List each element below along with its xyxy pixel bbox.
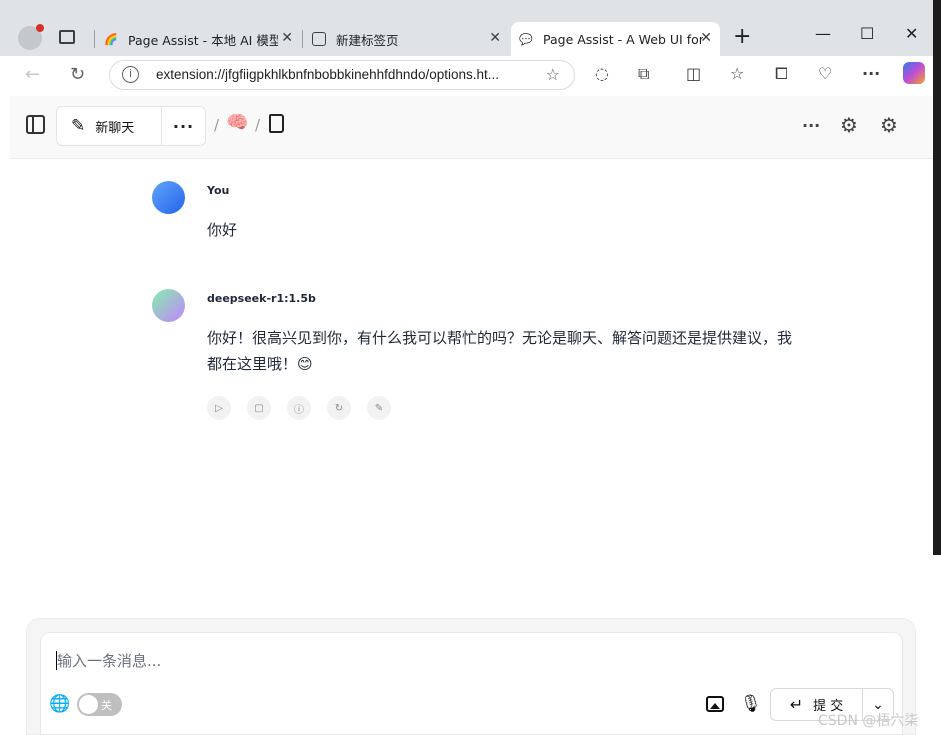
url-text: extension://jfgfiigpkhlkbnfnbobbkinehhfd… bbox=[156, 67, 499, 82]
tab-new-tab[interactable]: 新建标签页 ✕ bbox=[304, 22, 509, 56]
new-tab-button[interactable]: + bbox=[733, 24, 751, 49]
watermark: CSDN @梧六柒 bbox=[818, 713, 919, 729]
favorite-star-icon[interactable]: ☆ bbox=[546, 65, 560, 84]
breadcrumb-separator: / bbox=[255, 116, 261, 134]
tab-page-assist-1[interactable]: 🌈 Page Assist - 本地 AI 模型的 ✕ bbox=[96, 22, 301, 56]
message-text: 你好 bbox=[207, 221, 238, 239]
sidebar-toggle-icon[interactable] bbox=[26, 115, 45, 134]
refresh-icon[interactable]: ↻ bbox=[70, 64, 85, 85]
notification-dot bbox=[36, 24, 44, 32]
settings-gear-icon[interactable]: ⚙ bbox=[840, 113, 858, 137]
toggle-label: 关 bbox=[101, 699, 112, 712]
image-upload-icon[interactable] bbox=[706, 696, 724, 712]
tab-separator bbox=[302, 30, 303, 48]
browser-essentials-icon[interactable]: ♡ bbox=[818, 64, 832, 83]
text-caret bbox=[56, 651, 57, 670]
message-actions: ▷ ▢ ⓘ ↻ ✎ bbox=[207, 396, 407, 420]
address-bar[interactable]: i extension://jfgfiigpkhlkbnfnbobbkinehh… bbox=[109, 60, 575, 90]
close-tab-icon[interactable]: ✕ bbox=[281, 30, 293, 46]
toggle-knob bbox=[79, 695, 98, 714]
tab-title: Page Assist - 本地 AI 模型的 bbox=[128, 32, 278, 48]
more-icon[interactable]: ··· bbox=[802, 116, 820, 135]
rainbow-icon: 🌈 bbox=[104, 32, 118, 46]
edit-icon: ✎ bbox=[71, 116, 86, 136]
play-icon[interactable]: ▷ bbox=[207, 396, 231, 420]
book-icon[interactable] bbox=[269, 114, 284, 133]
tab-title: 新建标签页 bbox=[336, 32, 399, 48]
globe-icon[interactable]: 🌐 bbox=[49, 694, 70, 714]
return-icon: ↵ bbox=[789, 695, 804, 714]
copy-icon[interactable]: ▢ bbox=[247, 396, 271, 420]
avatar bbox=[152, 181, 185, 214]
workspaces-icon[interactable] bbox=[59, 30, 75, 44]
message-text: 你好！很高兴见到你，有什么我可以帮忙的吗？无论是聊天、解答问题还是提供建议，我都… bbox=[207, 329, 793, 373]
message-author: deepseek-r1:1.5b bbox=[207, 292, 316, 305]
tab-separator bbox=[94, 30, 95, 48]
microphone-icon[interactable]: 🎙 bbox=[740, 694, 762, 714]
tab-strip: 🌈 Page Assist - 本地 AI 模型的 ✕ 新建标签页 ✕ 💬 Pa… bbox=[0, 0, 933, 56]
tab-page-assist-active[interactable]: 💬 Page Assist - A Web UI for L ✕ bbox=[511, 22, 720, 56]
split-screen-icon[interactable]: ◫ bbox=[686, 64, 701, 83]
message-input[interactable]: 输入一条消息... bbox=[57, 650, 161, 671]
info-icon[interactable]: ⓘ bbox=[287, 396, 311, 420]
collections-icon[interactable]: ⧠ bbox=[775, 64, 788, 84]
copilot-icon[interactable] bbox=[903, 62, 925, 84]
brain-icon[interactable]: 🧠 bbox=[226, 112, 248, 133]
settings-more-icon[interactable]: ··· bbox=[862, 64, 880, 83]
message-author: You bbox=[207, 184, 230, 197]
app-header: ✎ 新聊天 ··· / 🧠 / ··· ⚙ ⚙ bbox=[10, 96, 933, 159]
regenerate-icon[interactable]: ↻ bbox=[327, 396, 351, 420]
minimize-button[interactable]: — bbox=[815, 24, 831, 43]
background-desktop bbox=[933, 0, 941, 555]
tab-title: Page Assist - A Web UI for L bbox=[543, 31, 703, 47]
avatar bbox=[152, 289, 185, 322]
profile-avatar[interactable] bbox=[18, 24, 44, 50]
model-settings-icon[interactable]: ⚙ bbox=[880, 113, 898, 137]
maximize-button[interactable]: ☐ bbox=[860, 24, 874, 43]
newtab-icon bbox=[312, 32, 326, 46]
favorites-icon[interactable]: ☆ bbox=[730, 64, 744, 83]
back-icon[interactable]: ← bbox=[25, 64, 40, 85]
close-window-button[interactable]: ✕ bbox=[905, 24, 918, 43]
extensions-icon[interactable]: ⧉ bbox=[638, 64, 649, 84]
close-tab-icon[interactable]: ✕ bbox=[489, 30, 501, 46]
info-icon[interactable]: i bbox=[122, 66, 139, 83]
new-chat-button[interactable]: ✎ 新聊天 bbox=[57, 107, 162, 145]
address-bar-row: ← ↻ i extension://jfgfiigpkhlkbnfnbobbki… bbox=[0, 56, 933, 96]
chat-icon[interactable]: ◌ bbox=[595, 64, 609, 83]
edit-icon[interactable]: ✎ bbox=[367, 396, 391, 420]
breadcrumb-separator: / bbox=[214, 116, 220, 134]
new-chat-group: ✎ 新聊天 ··· bbox=[56, 106, 206, 146]
web-search-toggle[interactable]: 关 bbox=[77, 693, 122, 716]
chat-bubble-icon: 💬 bbox=[519, 32, 533, 46]
close-tab-icon[interactable]: ✕ bbox=[700, 30, 712, 46]
more-options-button[interactable]: ··· bbox=[162, 107, 205, 145]
new-chat-label: 新聊天 bbox=[95, 120, 135, 136]
